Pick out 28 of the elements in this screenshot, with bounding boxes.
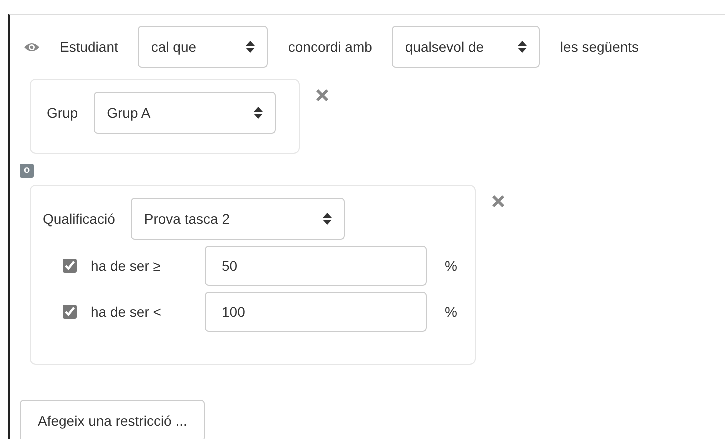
- input-field[interactable]: 100: [205, 292, 427, 332]
- close-icon: [492, 195, 505, 208]
- checkbox[interactable]: [63, 259, 77, 273]
- limit-label: ha de ser <: [91, 302, 162, 322]
- dropdown[interactable]: Prova tasca 2: [131, 198, 346, 240]
- limit-label: ha de ser ≥: [91, 256, 162, 276]
- checkbox[interactable]: [63, 305, 77, 319]
- dropdown[interactable]: cal que: [138, 26, 268, 68]
- field-label: Grup: [47, 104, 78, 123]
- caret-icon: [518, 41, 528, 53]
- close-button[interactable]: [492, 195, 505, 208]
- condition-label: Estudiant: [60, 38, 118, 56]
- caret-icon: [323, 213, 332, 225]
- caret-icon: [254, 107, 264, 119]
- dropdown[interactable]: Grup A: [94, 92, 276, 134]
- caret-icon: [246, 41, 256, 53]
- close-button[interactable]: [316, 89, 329, 102]
- condition-label: les següents: [560, 38, 640, 57]
- input-field[interactable]: 50: [205, 246, 427, 286]
- visibility-button[interactable]: [24, 42, 40, 52]
- unit-label: %: [445, 302, 458, 322]
- add-restriction-button[interactable]: Afegeix una restricció ...: [20, 400, 206, 439]
- dropdown[interactable]: qualsevol de: [392, 26, 540, 68]
- field-label: Qualificació: [43, 210, 116, 229]
- close-icon: [316, 89, 329, 102]
- unit-label: %: [445, 256, 458, 276]
- connector-badge: o: [20, 164, 34, 178]
- condition-label: concordi amb: [288, 38, 372, 56]
